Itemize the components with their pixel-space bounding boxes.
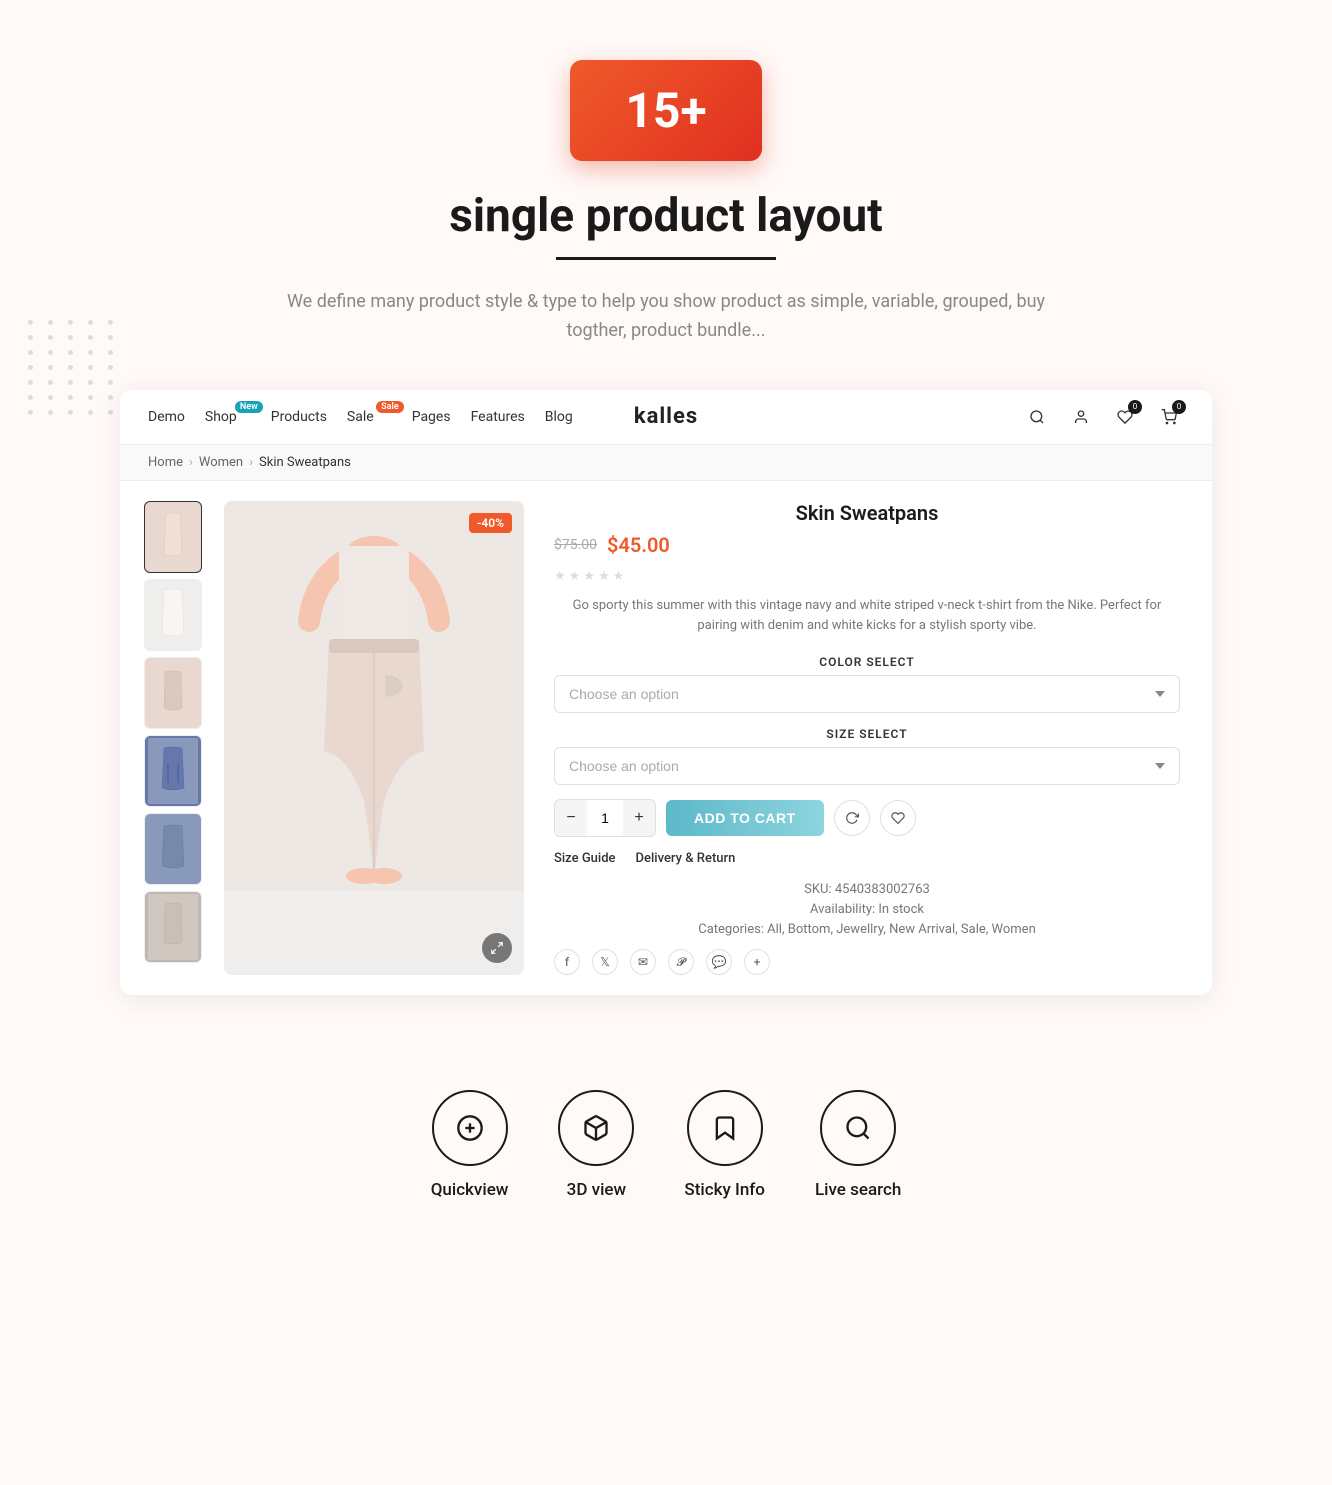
product-description: Go sporty this summer with this vintage … — [554, 596, 1180, 638]
breadcrumb-sep2: › — [249, 455, 253, 470]
color-select-label: COLOR SELECT — [554, 655, 1180, 669]
star-1: ★ — [554, 569, 566, 584]
quantity-decrease[interactable]: − — [555, 800, 587, 836]
sku-row: SKU: 4540383002763 — [554, 882, 1180, 897]
product-links: Size Guide Delivery & Return — [554, 851, 1180, 866]
price-row: $75.00 $45.00 — [554, 533, 1180, 557]
size-select-label: SIZE SELECT — [554, 727, 1180, 741]
nav-shop[interactable]: Shop New — [205, 409, 251, 425]
sticky-info-icon — [687, 1090, 763, 1166]
breadcrumb-current: Skin Sweatpans — [259, 455, 351, 470]
live-search-label: Live search — [815, 1180, 901, 1200]
star-3: ★ — [583, 569, 595, 584]
3d-view-feature[interactable]: 3D view — [558, 1090, 634, 1200]
social-share-row: f 𝕏 ✉ 𝓟 💬 + — [554, 949, 1180, 975]
star-2: ★ — [569, 569, 581, 584]
product-details: Skin Sweatpans $75.00 $45.00 ★ ★ ★ ★ ★ G… — [546, 501, 1188, 976]
refresh-button[interactable] — [834, 800, 870, 836]
quickview-label: Quickview — [431, 1180, 509, 1200]
nav-features[interactable]: Features — [471, 409, 525, 425]
nav-links: Demo Shop New Products Sale Sale Pages F… — [148, 409, 1022, 425]
sticky-info-feature[interactable]: Sticky Info — [684, 1090, 765, 1200]
thumbnail-1[interactable] — [144, 501, 202, 573]
categories-row: Categories: All, Bottom, Jewellry, New A… — [554, 922, 1180, 937]
email-share[interactable]: ✉ — [630, 949, 656, 975]
star-rating: ★ ★ ★ ★ ★ — [554, 569, 1180, 584]
breadcrumb: Home › Women › Skin Sweatpans — [120, 445, 1212, 481]
shop-badge: New — [235, 401, 263, 413]
hero-description: We define many product style & type to h… — [256, 288, 1076, 346]
quantity-increase[interactable]: + — [623, 800, 655, 836]
discount-badge: -40% — [469, 513, 512, 533]
thumbnail-5[interactable] — [144, 813, 202, 885]
delivery-return-link[interactable]: Delivery & Return — [636, 851, 736, 866]
hero-badge: 15+ — [570, 60, 761, 161]
quickview-feature[interactable]: Quickview — [431, 1090, 509, 1200]
thumbnail-6[interactable] — [144, 891, 202, 963]
breadcrumb-sep1: › — [189, 455, 193, 470]
hero-title: single product layout — [40, 189, 1292, 243]
color-select[interactable]: Choose an option — [554, 675, 1180, 713]
breadcrumb-category[interactable]: Women — [199, 455, 243, 470]
cart-icon-btn[interactable]: 0 — [1154, 402, 1184, 432]
brand-logo: kalles — [634, 404, 698, 429]
quantity-control: − + — [554, 799, 656, 837]
product-name: Skin Sweatpans — [554, 501, 1180, 525]
main-product-image: -40% — [224, 501, 524, 976]
thumbnail-4[interactable] — [144, 735, 202, 807]
hero-underline — [556, 257, 776, 260]
wishlist-button[interactable] — [880, 800, 916, 836]
availability-row: Availability: In stock — [554, 902, 1180, 917]
pinterest-share[interactable]: 𝓟 — [668, 949, 694, 975]
3d-view-label: 3D view — [567, 1180, 626, 1200]
more-share[interactable]: + — [744, 949, 770, 975]
star-5: ★ — [613, 569, 625, 584]
twitter-share[interactable]: 𝕏 — [592, 949, 618, 975]
add-to-cart-button[interactable]: ADD TO CART — [666, 800, 824, 836]
quickview-icon — [432, 1090, 508, 1166]
quantity-row: − + ADD TO CART — [554, 799, 1180, 837]
nav-demo[interactable]: Demo — [148, 409, 185, 425]
live-search-feature[interactable]: Live search — [815, 1090, 901, 1200]
price-new: $45.00 — [607, 533, 670, 557]
features-section: Quickview 3D view Sticky Info Live searc… — [0, 1035, 1332, 1260]
product-illustration — [224, 501, 524, 891]
nav-blog[interactable]: Blog — [545, 409, 573, 425]
account-icon-btn[interactable] — [1066, 402, 1096, 432]
wishlist-count: 0 — [1128, 400, 1142, 414]
hero-section: 15+ single product layout We define many… — [0, 0, 1332, 1035]
search-icon-btn[interactable] — [1022, 402, 1052, 432]
cart-count: 0 — [1172, 400, 1186, 414]
product-area: -40% — [120, 481, 1212, 996]
wishlist-icon-btn[interactable]: 0 — [1110, 402, 1140, 432]
price-old: $75.00 — [554, 537, 597, 553]
thumbnail-list — [144, 501, 202, 976]
breadcrumb-home[interactable]: Home — [148, 455, 183, 470]
star-4: ★ — [598, 569, 610, 584]
live-search-icon — [820, 1090, 896, 1166]
product-mockup: Demo Shop New Products Sale Sale Pages F… — [120, 390, 1212, 996]
nav-sale[interactable]: Sale Sale — [347, 409, 392, 425]
quantity-input[interactable] — [587, 810, 623, 826]
sticky-info-label: Sticky Info — [684, 1180, 765, 1200]
messenger-share[interactable]: 💬 — [706, 949, 732, 975]
expand-button[interactable] — [482, 933, 512, 963]
thumbnail-3[interactable] — [144, 657, 202, 729]
size-guide-link[interactable]: Size Guide — [554, 851, 616, 866]
sale-badge: Sale — [376, 401, 404, 413]
navbar: Demo Shop New Products Sale Sale Pages F… — [120, 390, 1212, 445]
thumbnail-2[interactable] — [144, 579, 202, 651]
nav-icons: 0 0 — [1022, 402, 1184, 432]
nav-pages[interactable]: Pages — [412, 409, 451, 425]
nav-products[interactable]: Products — [271, 409, 327, 425]
3d-view-icon — [558, 1090, 634, 1166]
size-select[interactable]: Choose an option — [554, 747, 1180, 785]
facebook-share[interactable]: f — [554, 949, 580, 975]
